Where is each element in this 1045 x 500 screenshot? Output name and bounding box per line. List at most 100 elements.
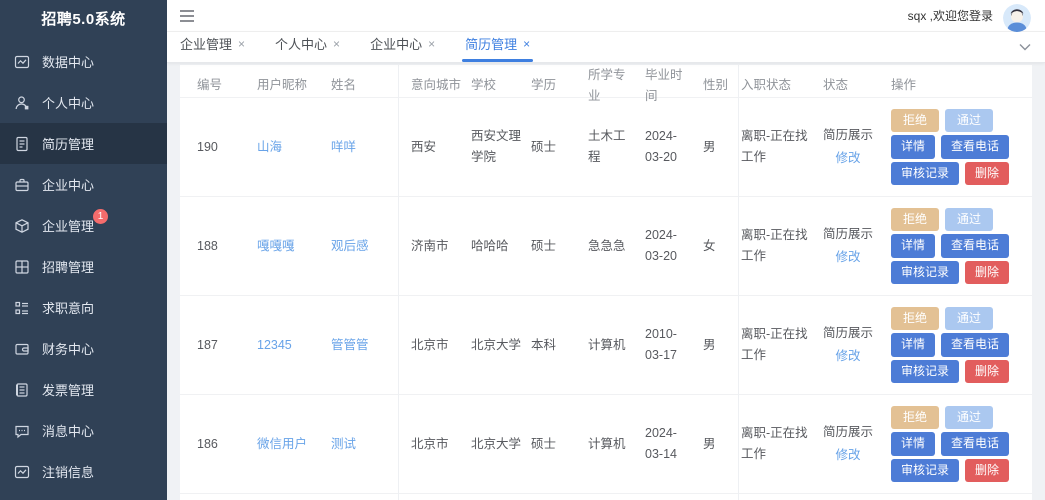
status-modify-link[interactable]: 修改 [836, 445, 861, 466]
tab-bar: 企业管理 × 个人中心 × 企业中心 × 简历管理 × [167, 32, 1045, 63]
briefcase-icon [14, 177, 30, 193]
app-title: 招聘5.0系统 [41, 11, 126, 28]
cell-major: 计算机 [588, 436, 626, 451]
view-phone-button[interactable]: 查看电话 [941, 234, 1010, 258]
sidebar-item-personal-center[interactable]: 个人中心 [0, 82, 167, 123]
cell-school: 北京大学 [471, 337, 522, 352]
sidebar-item-data-center[interactable]: 数据中心 [0, 41, 167, 82]
status-modify-link[interactable]: 修改 [836, 247, 861, 268]
audit-record-button[interactable]: 审核记录 [891, 458, 960, 482]
cell-degree: 硕士 [531, 139, 557, 154]
view-phone-button[interactable]: 查看电话 [941, 333, 1010, 357]
sidebar-item-recruitment-management[interactable]: 招聘管理 [0, 246, 167, 287]
cell-grad-date: 2010-03-17 [645, 327, 677, 362]
cube-icon [14, 218, 30, 234]
tab-企业中心[interactable]: 企业中心 × [369, 34, 436, 62]
hamburger-menu-icon[interactable] [179, 9, 195, 23]
tab-label: 简历管理 [465, 37, 518, 52]
sidebar-item-label: 个人中心 [42, 96, 95, 111]
column-header: 用户昵称 [257, 78, 308, 93]
user-area: sqx ,欢迎您登录 [907, 2, 1031, 32]
cell-city: 北京市 [411, 436, 449, 451]
tabs-container: 企业管理 × 个人中心 × 企业中心 × 简历管理 × [179, 34, 559, 62]
cell-name-link[interactable]: 测试 [331, 434, 411, 455]
detail-button[interactable]: 详情 [891, 135, 936, 159]
status-modify-link[interactable]: 修改 [836, 148, 861, 169]
cell-name-link[interactable]: 管管管 [331, 335, 411, 356]
tab-企业管理[interactable]: 企业管理 × [179, 34, 246, 62]
detail-button[interactable]: 详情 [891, 432, 936, 456]
column-divider [398, 65, 399, 500]
user-icon [14, 95, 30, 111]
sidebar-item-finance-center[interactable]: 财务中心 [0, 328, 167, 369]
reject-button[interactable]: 拒绝 [891, 307, 940, 331]
tab-close-icon[interactable]: × [523, 38, 530, 50]
user-avatar[interactable] [1003, 3, 1031, 32]
cell-nickname-link[interactable]: 12345 [257, 335, 331, 356]
pass-button[interactable]: 通过 [945, 208, 994, 232]
cell-name-link[interactable]: 咩咩 [331, 137, 411, 158]
reject-button[interactable]: 拒绝 [891, 208, 940, 232]
audit-record-button[interactable]: 审核记录 [891, 359, 960, 383]
view-phone-button[interactable]: 查看电话 [941, 432, 1010, 456]
column-header: 学校 [471, 78, 497, 93]
chart-icon [14, 54, 30, 70]
table-header-row: 编号 用户昵称 姓名 意向城市 学校 学历 所学专业 毕业时间 性别 入职状态 状态 操作 [180, 65, 1032, 103]
sidebar-item-message-center[interactable]: 消息中心 [0, 410, 167, 451]
pass-button[interactable]: 通过 [945, 109, 994, 133]
cell-nickname-link[interactable]: 嘎嘎嘎 [257, 236, 331, 257]
document-icon [14, 136, 30, 152]
sidebar-item-resume-management[interactable]: 简历管理 [0, 123, 167, 164]
tab-close-icon[interactable]: × [333, 38, 340, 50]
status-modify-link[interactable]: 修改 [836, 346, 861, 367]
cell-grad-date: 2024-03-20 [645, 129, 677, 164]
cell-status: 简历展示 修改 [823, 422, 891, 465]
sidebar-item-invoice-management[interactable]: 发票管理 [0, 369, 167, 410]
tab-个人中心[interactable]: 个人中心 × [274, 34, 341, 62]
cell-job-status: 离职-正在找工作 [741, 129, 808, 164]
list-icon [14, 300, 30, 316]
audit-record-button[interactable]: 审核记录 [891, 260, 960, 284]
cell-nickname-link[interactable]: 山海 [257, 137, 331, 158]
delete-button[interactable]: 删除 [965, 458, 1010, 482]
pass-button[interactable]: 通过 [945, 307, 994, 331]
cell-nickname-link[interactable]: 微信用户 [257, 434, 331, 455]
view-phone-button[interactable]: 查看电话 [941, 135, 1010, 159]
detail-button[interactable]: 详情 [891, 234, 936, 258]
detail-button[interactable]: 详情 [891, 333, 936, 357]
sidebar-item-label: 消息中心 [42, 424, 95, 439]
tab-close-icon[interactable]: × [428, 38, 435, 50]
reject-button[interactable]: 拒绝 [891, 406, 940, 430]
welcome-text: sqx ,欢迎您登录 [907, 9, 993, 23]
cell-name-link[interactable]: 观后感 [331, 236, 411, 257]
table-row: 187 12345 管管管 北京市 北京大学 本科 计算机 2010-03-17… [180, 296, 1032, 395]
delete-button[interactable]: 删除 [965, 260, 1010, 284]
invoice-icon [14, 382, 30, 398]
cell-gender: 男 [703, 337, 716, 352]
delete-button[interactable]: 删除 [965, 359, 1010, 383]
column-header: 编号 [197, 78, 223, 93]
sidebar-item-logout-info[interactable]: 注销信息 [0, 451, 167, 492]
delete-button[interactable]: 删除 [965, 161, 1010, 185]
reject-button[interactable]: 拒绝 [891, 109, 940, 133]
pass-button[interactable]: 通过 [945, 406, 994, 430]
audit-record-button[interactable]: 审核记录 [891, 161, 960, 185]
cell-actions: 拒绝 通过 详情 查看电话 审核记录 删除 [891, 205, 1032, 287]
sidebar-item-job-intention[interactable]: 求职意向 [0, 287, 167, 328]
column-divider [738, 65, 739, 500]
cell-job-status: 离职-正在找工作 [741, 327, 808, 362]
tab-简历管理[interactable]: 简历管理 × [462, 34, 534, 62]
tab-label: 企业中心 [370, 37, 423, 52]
sidebar-item-enterprise-management[interactable]: 企业管理 1 [0, 205, 167, 246]
chevron-down-icon[interactable] [1012, 36, 1038, 58]
table-row: 190 山海 咩咩 西安 西安文理学院 硕士 土木工程 2024-03-20 男… [180, 98, 1032, 197]
column-header: 性别 [703, 78, 729, 93]
sidebar-item-enterprise-center[interactable]: 企业中心 [0, 164, 167, 205]
app-window: 招聘5.0系统 数据中心 个人中心 简历管理 企业中心 企业管理 1 招聘管理 … [0, 0, 1045, 500]
column-header: 学历 [531, 78, 557, 93]
wallet-icon [14, 341, 30, 357]
tab-close-icon[interactable]: × [238, 38, 245, 50]
sidebar: 招聘5.0系统 数据中心 个人中心 简历管理 企业中心 企业管理 1 招聘管理 … [0, 0, 167, 500]
main-area: sqx ,欢迎您登录 企业管理 × 个人中心 × 企业中心 × 简历管理 × 编… [167, 0, 1045, 500]
table-row: 188 嘎嘎嘎 观后感 济南市 哈哈哈 硕士 急急急 2024-03-20 女 … [180, 197, 1032, 296]
